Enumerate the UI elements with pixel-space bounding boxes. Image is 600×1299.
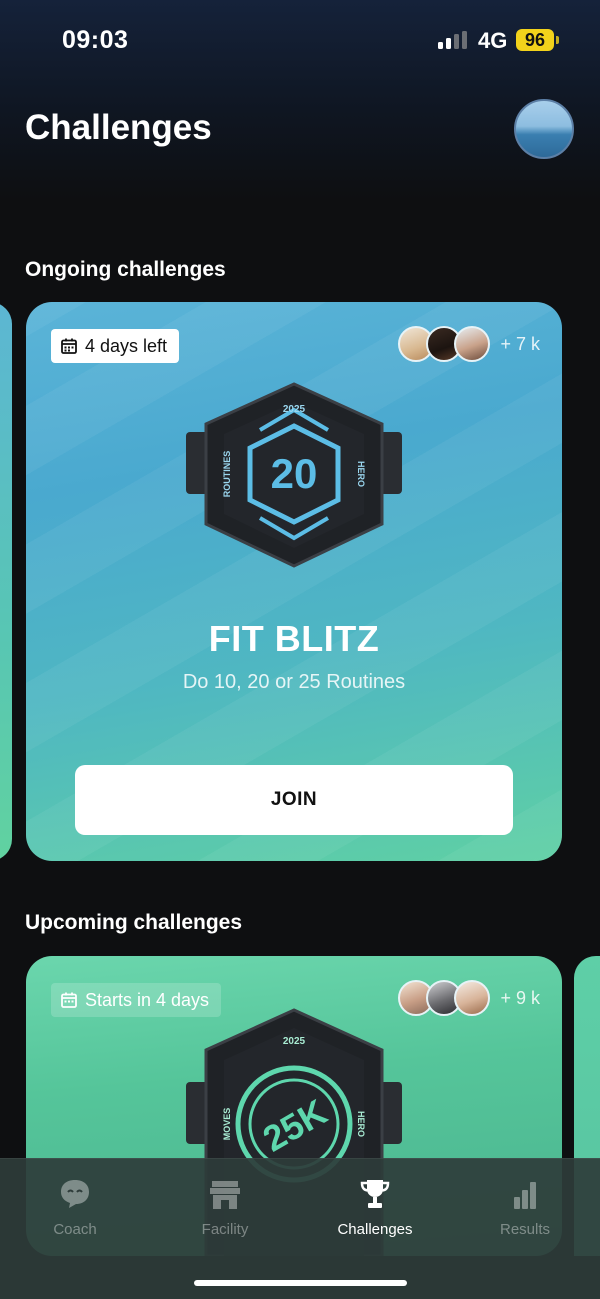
- tab-challenges[interactable]: Challenges: [300, 1177, 450, 1238]
- tab-results[interactable]: Results: [450, 1177, 600, 1238]
- section-title-upcoming: Upcoming challenges: [25, 911, 243, 934]
- participants-count: + 9 k: [500, 987, 540, 1008]
- challenge-subtitle: Do 10, 20 or 25 Routines: [182, 671, 406, 693]
- tab-label: Results: [499, 1221, 551, 1238]
- signal-strength-icon: [438, 31, 468, 49]
- badge-right-text: HERO: [356, 461, 366, 487]
- bar-chart-icon: [514, 1182, 536, 1209]
- challenge-title: FIT BLITZ: [208, 618, 380, 659]
- date-pill: 4 days left: [51, 329, 180, 363]
- home-indicator[interactable]: [194, 1280, 407, 1286]
- store-icon: [210, 1181, 240, 1209]
- battery-icon: 96: [516, 29, 554, 51]
- page-title: Challenges: [25, 108, 212, 147]
- section-title-ongoing: Ongoing challenges: [25, 258, 226, 281]
- join-button[interactable]: JOIN: [75, 765, 513, 835]
- participants[interactable]: + 9 k: [398, 980, 540, 1016]
- participant-avatar: [454, 980, 491, 1016]
- trophy-icon: [360, 1180, 390, 1208]
- tab-label: Coach: [53, 1221, 97, 1238]
- tab-bar: Coach Facility Challenges Results: [0, 1158, 600, 1299]
- tab-label: Challenges: [337, 1221, 413, 1238]
- tab-facility[interactable]: Facility: [150, 1177, 300, 1238]
- status-bar: 09:03 4G 96: [0, 0, 600, 80]
- profile-avatar[interactable]: [514, 99, 574, 159]
- network-type: 4G: [478, 28, 508, 53]
- coach-chat-icon: [61, 1180, 89, 1208]
- calendar-icon: [61, 992, 77, 1008]
- badge-year: 2025: [283, 1036, 306, 1047]
- fit-blitz-badge-icon: 2025 20 ROUTINES HERO: [186, 382, 402, 568]
- ongoing-challenge-card[interactable]: 4 days left + 7 k 2025 20 ROUTINES HERO …: [26, 302, 562, 861]
- badge-number: 20: [271, 450, 318, 497]
- participants[interactable]: + 7 k: [398, 326, 540, 362]
- date-label: 4 days left: [85, 335, 168, 356]
- status-time: 09:03: [62, 26, 129, 54]
- tab-coach[interactable]: Coach: [0, 1177, 150, 1238]
- participants-count: + 7 k: [500, 333, 540, 354]
- badge-left-text: ROUTINES: [222, 451, 232, 498]
- badge-right-text: HERO: [356, 1111, 366, 1137]
- tab-label: Facility: [201, 1221, 249, 1238]
- battery-tip: [556, 36, 559, 44]
- badge-left-text: MOVES: [222, 1108, 232, 1141]
- badge-year: 2025: [283, 404, 306, 415]
- previous-card-peek[interactable]: [0, 302, 12, 861]
- calendar-icon: [61, 338, 77, 354]
- participant-avatar: [454, 326, 491, 362]
